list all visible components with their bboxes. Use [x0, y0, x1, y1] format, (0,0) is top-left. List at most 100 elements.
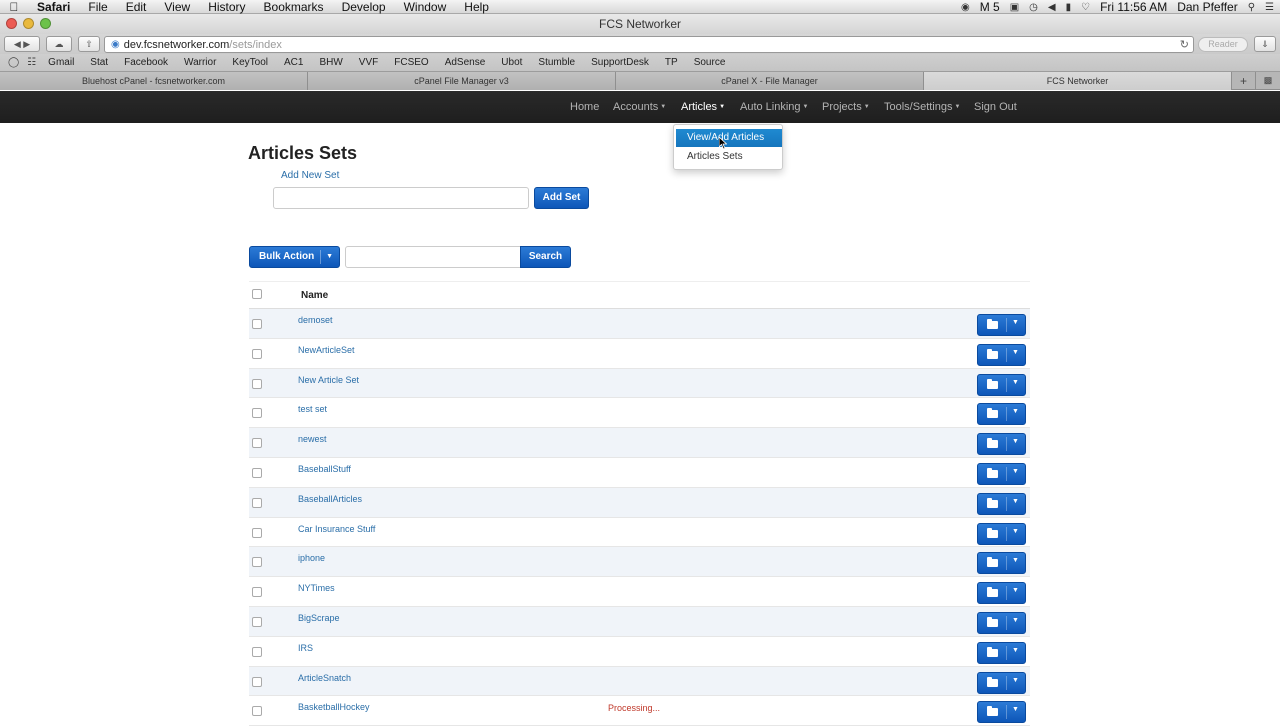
set-name-link[interactable]: demoset [298, 315, 333, 325]
new-set-input[interactable] [273, 187, 529, 209]
bookmark-gmail[interactable]: Gmail [40, 57, 82, 68]
reader-button[interactable]: Reader [1198, 37, 1248, 52]
search-input[interactable] [345, 246, 521, 268]
icloud-icon[interactable]: ☁ [46, 36, 72, 52]
new-tab-icon[interactable]: + [1232, 72, 1256, 89]
nav-projects[interactable]: Projects ▼ [822, 91, 870, 123]
timemachine-icon[interactable]: ◷ [1029, 2, 1038, 13]
row-action-button[interactable]: ▼ [977, 641, 1026, 664]
row-action-button[interactable]: ▼ [977, 433, 1026, 456]
downloads-icon[interactable]: ⇓ [1254, 36, 1276, 52]
bookmark-stumble[interactable]: Stumble [530, 57, 583, 68]
row-checkbox[interactable] [252, 319, 262, 329]
set-name-link[interactable]: BigScrape [298, 613, 340, 623]
nav-articles[interactable]: Articles ▼ [681, 91, 725, 123]
back-forward-buttons[interactable]: ◀ ▶ [4, 36, 40, 52]
user-name[interactable]: Dan Pfeffer [1177, 0, 1237, 14]
volume-icon[interactable]: ◀ [1048, 2, 1056, 13]
reload-icon[interactable]: ↻ [1180, 38, 1189, 51]
menu-window[interactable]: Window [395, 0, 456, 14]
set-name-link[interactable]: newest [298, 434, 327, 444]
row-checkbox[interactable] [252, 408, 262, 419]
set-name-link[interactable]: NYTimes [298, 583, 335, 593]
row-action-button[interactable]: ▼ [977, 343, 1026, 366]
tab-cpanel-x[interactable]: cPanel X - File Manager [616, 72, 924, 90]
row-checkbox[interactable] [252, 616, 262, 627]
menu-view[interactable]: View [155, 0, 199, 14]
share-icon[interactable]: ⇧ [78, 36, 100, 52]
set-name-link[interactable]: BaseballStuff [298, 464, 351, 474]
row-checkbox[interactable] [252, 676, 262, 687]
nav-sign-out[interactable]: Sign Out [974, 91, 1017, 123]
row-action-button[interactable]: ▼ [977, 701, 1026, 724]
wifi-icon[interactable]: ♡ [1081, 2, 1090, 13]
bookmark-ubot[interactable]: Ubot [493, 57, 530, 68]
set-name-link[interactable]: test set [298, 404, 327, 414]
bookmark-facebook[interactable]: Facebook [116, 57, 176, 68]
bookmark-stat[interactable]: Stat [82, 57, 116, 68]
set-name-link[interactable]: BaseballArticles [298, 494, 362, 504]
bookmarks-icon[interactable]: ☷ [23, 57, 40, 68]
tab-bluehost[interactable]: Bluehost cPanel - fcsnetworker.com [0, 72, 308, 90]
menu-history[interactable]: History [199, 0, 254, 14]
row-checkbox[interactable] [252, 557, 262, 568]
nav-accounts[interactable]: Accounts ▼ [613, 91, 666, 123]
menu-bookmarks[interactable]: Bookmarks [255, 0, 333, 14]
row-checkbox[interactable] [252, 378, 262, 389]
address-bar[interactable]: ◉ dev.fcsnetworker.com /sets/index ↻ [104, 36, 1194, 53]
row-action-button[interactable]: ▼ [977, 314, 1026, 336]
tab-fcs-networker[interactable]: FCS Networker [924, 72, 1232, 90]
row-action-button[interactable]: ▼ [977, 582, 1026, 605]
bookmark-adsense[interactable]: AdSense [437, 57, 494, 68]
m5-status[interactable]: M 5 [980, 0, 1000, 14]
row-checkbox[interactable] [252, 527, 262, 538]
row-action-button[interactable]: ▼ [977, 611, 1026, 634]
row-checkbox[interactable] [252, 646, 262, 657]
row-checkbox[interactable] [252, 467, 262, 478]
row-action-button[interactable]: ▼ [977, 492, 1026, 515]
row-checkbox[interactable] [252, 438, 262, 449]
row-checkbox[interactable] [252, 497, 262, 508]
nav-auto-linking[interactable]: Auto Linking ▼ [740, 91, 809, 123]
row-action-button[interactable]: ▼ [977, 462, 1026, 485]
row-action-button[interactable]: ▼ [977, 522, 1026, 545]
row-checkbox[interactable] [252, 348, 262, 359]
set-name-link[interactable]: NewArticleSet [298, 345, 355, 355]
bookmark-warrior[interactable]: Warrior [176, 57, 224, 68]
tab-cpanel-filemanager-v3[interactable]: cPanel File Manager v3 [308, 72, 616, 90]
nav-tools-settings[interactable]: Tools/Settings ▼ [884, 91, 960, 123]
bookmark-vvf[interactable]: VVF [351, 57, 386, 68]
bookmark-bhw[interactable]: BHW [311, 57, 350, 68]
menu-edit[interactable]: Edit [117, 0, 156, 14]
dropdown-view-add-articles[interactable]: View/Add Articles [676, 129, 782, 147]
row-checkbox[interactable] [252, 587, 262, 598]
set-name-link[interactable]: BasketballHockey [298, 702, 370, 712]
dropdown-articles-sets[interactable]: Articles Sets [676, 148, 782, 166]
bookmark-keytool[interactable]: KeyTool [224, 57, 276, 68]
apple-icon[interactable]:  [0, 0, 28, 14]
row-action-button[interactable]: ▼ [977, 403, 1026, 426]
set-name-link[interactable]: iphone [298, 553, 325, 563]
airplay-icon[interactable]: ▣ [1010, 2, 1019, 13]
spotlight-icon[interactable]: ⚲ [1248, 2, 1255, 13]
set-name-link[interactable]: Car Insurance Stuff [298, 524, 375, 534]
menu-file[interactable]: File [79, 0, 116, 14]
notification-icon[interactable]: ☰ [1265, 2, 1274, 13]
bookmark-supportdesk[interactable]: SupportDesk [583, 57, 657, 68]
menu-develop[interactable]: Develop [333, 0, 395, 14]
set-name-link[interactable]: New Article Set [298, 375, 359, 385]
row-checkbox[interactable] [252, 706, 262, 717]
row-action-button[interactable]: ▼ [977, 671, 1026, 694]
bookmark-fcseo[interactable]: FCSEO [386, 57, 436, 68]
tab-overview-icon[interactable]: ▩ [1256, 72, 1280, 89]
bookmark-tp[interactable]: TP [657, 57, 686, 68]
menu-help[interactable]: Help [455, 0, 498, 14]
clock[interactable]: Fri 11:56 AM [1100, 0, 1167, 14]
reading-list-icon[interactable]: ◯ [4, 57, 23, 68]
search-button[interactable]: Search [520, 246, 571, 268]
nav-home[interactable]: Home [570, 91, 599, 123]
row-action-button[interactable]: ▼ [977, 552, 1026, 575]
select-all-checkbox[interactable] [252, 289, 262, 299]
bulk-action-button[interactable]: Bulk Action ▼ [249, 246, 340, 268]
add-new-set-link[interactable]: Add New Set [281, 170, 339, 181]
